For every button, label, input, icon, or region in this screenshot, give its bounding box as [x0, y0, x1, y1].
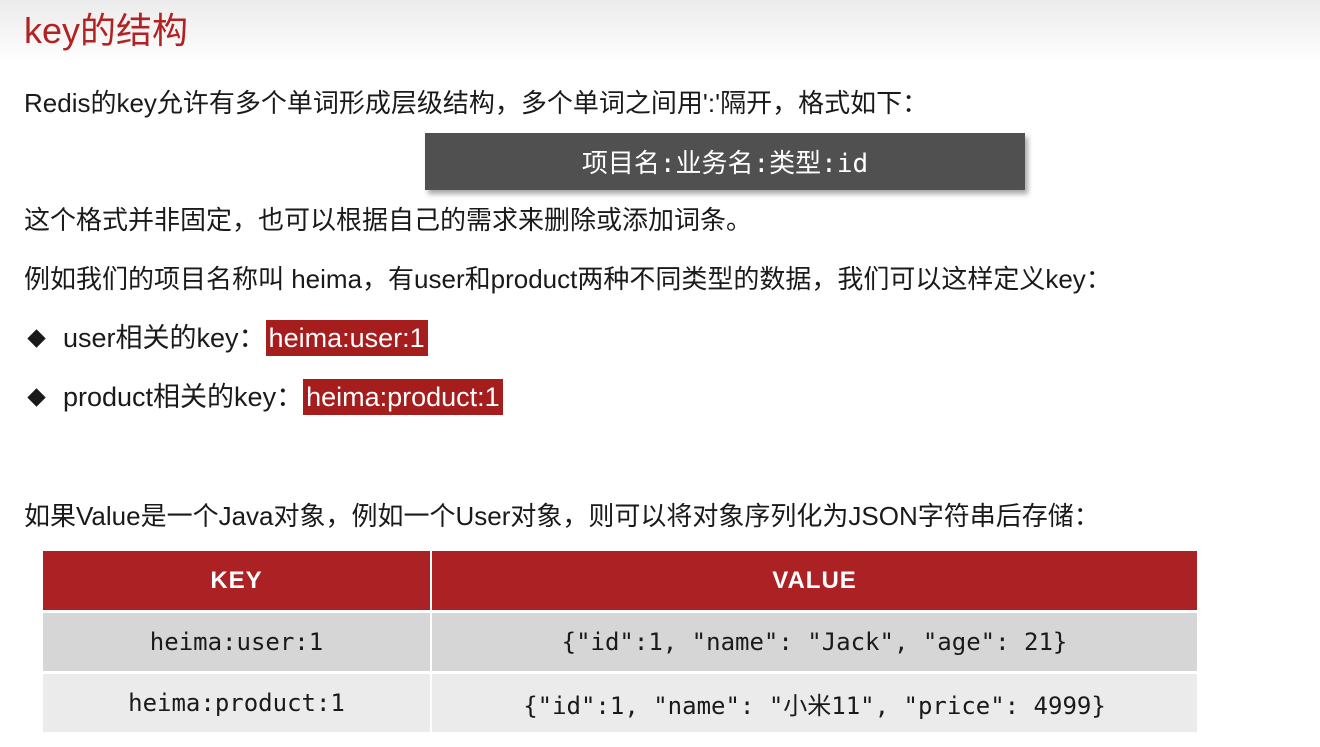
table-cell-value: {"id":1, "name": "Jack", "age": 21} [431, 611, 1197, 674]
table-header-row: KEY VALUE [43, 551, 1197, 613]
note-text: 这个格式并非固定，也可以根据自己的需求来删除或添加词条。 [24, 205, 753, 235]
diamond-bullet-icon [27, 387, 46, 407]
highlighted-key: heima:user:1 [265, 320, 428, 356]
highlighted-key: heima:product:1 [303, 379, 503, 415]
example-intro-text: 例如我们的项目名称叫 heima，有user和product两种不同类型的数据，… [24, 264, 1112, 294]
key-format-box: 项目名:业务名:类型:id [425, 133, 1025, 190]
column-header-value: VALUE [431, 551, 1197, 613]
diamond-bullet-icon [27, 328, 46, 348]
json-intro-text: 如果Value是一个Java对象，例如一个User对象，则可以将对象序列化为JS… [24, 501, 1100, 531]
title-bar: key的结构 [0, 0, 1320, 62]
table-cell-key: heima:product:1 [43, 672, 432, 735]
table-row: heima:product:1 {"id":1, "name": "小米11",… [43, 672, 1197, 735]
bullet-label: product相关的key： [63, 382, 304, 412]
table-row: heima:user:1 {"id":1, "name": "Jack", "a… [43, 611, 1197, 674]
table-cell-value: {"id":1, "name": "小米11", "price": 4999} [431, 672, 1197, 735]
bullet-user-key: user相关的key： heima:user:1 [27, 320, 428, 356]
column-header-key: KEY [43, 551, 432, 613]
page-title: key的结构 [24, 10, 189, 51]
bullet-product-key: product相关的key： heima:product:1 [27, 379, 503, 415]
key-value-table: KEY VALUE heima:user:1 {"id":1, "name": … [43, 551, 1197, 735]
bullet-label: user相关的key： [63, 323, 266, 353]
table-cell-key: heima:user:1 [43, 611, 432, 674]
intro-text: Redis的key允许有多个单词形成层级结构，多个单词之间用':'隔开，格式如下… [24, 88, 929, 118]
